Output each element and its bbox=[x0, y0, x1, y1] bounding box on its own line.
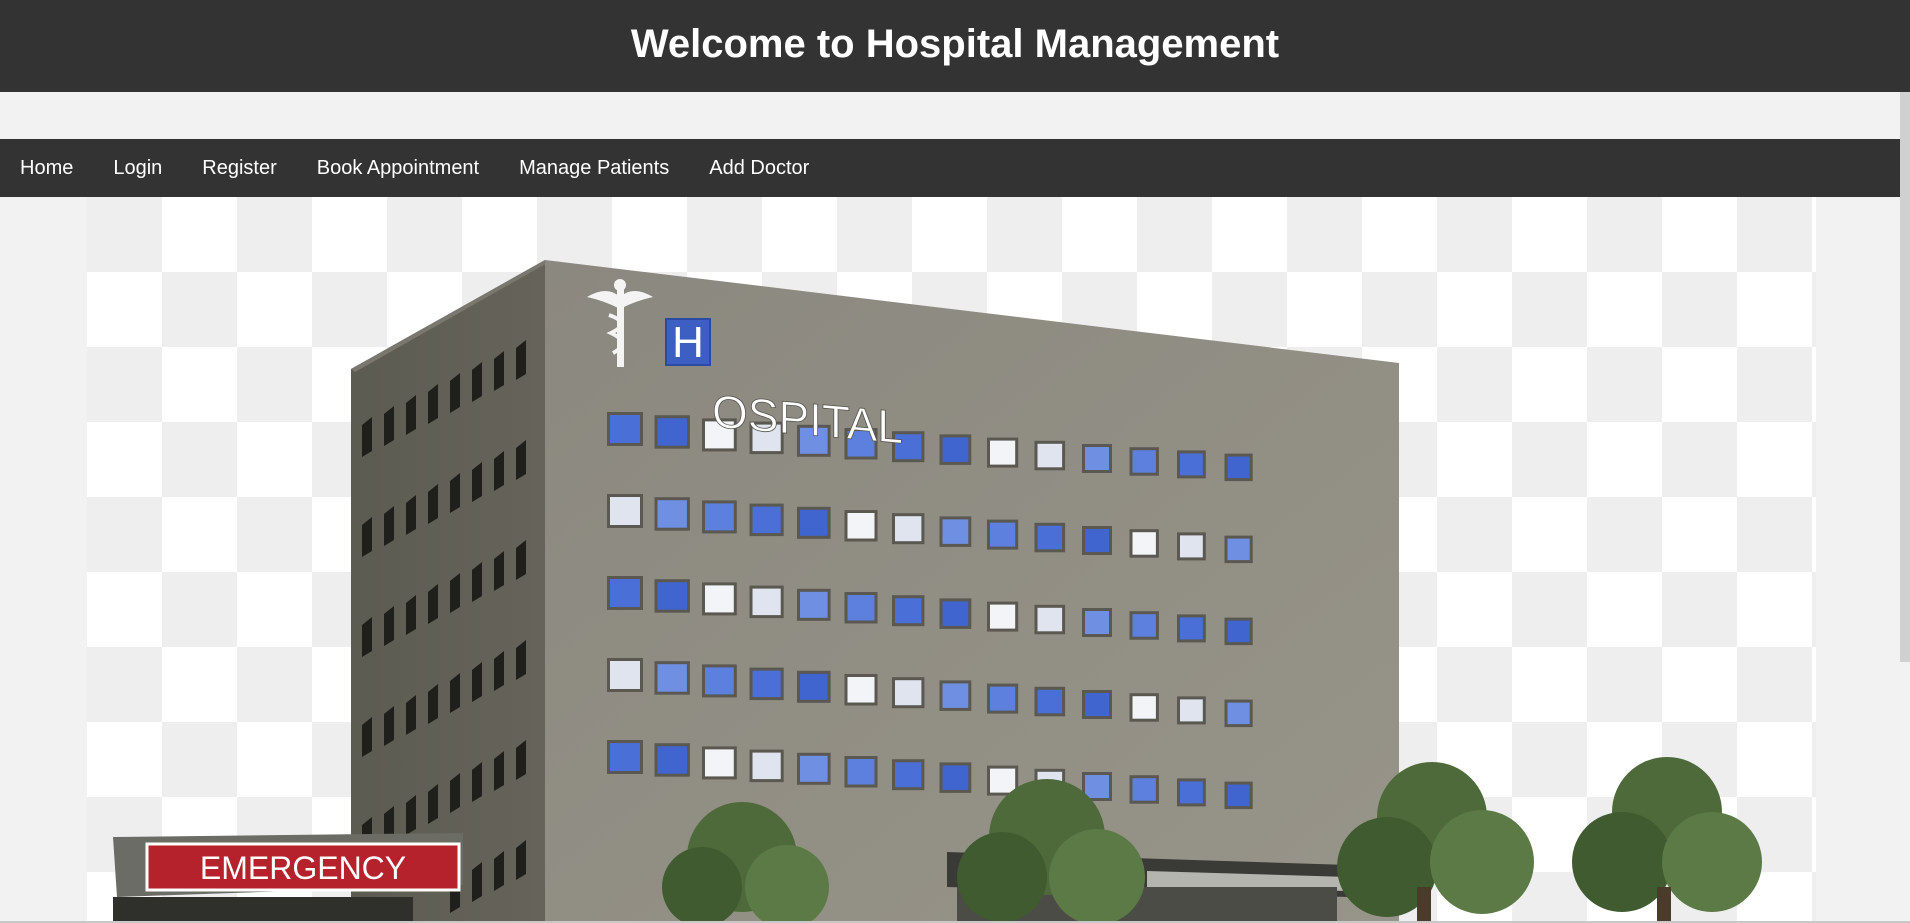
building-window bbox=[705, 503, 734, 531]
nav-item-book-appointment[interactable]: Book Appointment bbox=[297, 139, 499, 197]
building-window bbox=[1037, 525, 1063, 550]
hospital-image: H OSPITAL EMERGENCY bbox=[87, 197, 1816, 923]
building-window bbox=[1180, 699, 1203, 722]
nav-item-login[interactable]: Login bbox=[93, 139, 182, 197]
building-window bbox=[1227, 784, 1250, 807]
building-window bbox=[1227, 456, 1250, 479]
building-window bbox=[1180, 617, 1203, 640]
building-window bbox=[705, 667, 734, 695]
building-window bbox=[610, 579, 640, 607]
building-window bbox=[705, 749, 734, 777]
building-window bbox=[1132, 614, 1156, 637]
nav-item-manage-patients[interactable]: Manage Patients bbox=[499, 139, 689, 197]
building-window bbox=[942, 519, 969, 544]
building-window bbox=[610, 415, 640, 443]
building-window bbox=[990, 604, 1016, 629]
building-window bbox=[800, 509, 828, 536]
nav-item-add-doctor[interactable]: Add Doctor bbox=[689, 139, 829, 197]
building-window bbox=[752, 588, 781, 616]
building-window bbox=[752, 506, 781, 534]
building-window bbox=[1132, 778, 1156, 801]
nav-item-home[interactable]: Home bbox=[0, 139, 93, 197]
building-window bbox=[1227, 702, 1250, 725]
building-window bbox=[1227, 620, 1250, 643]
building-window bbox=[942, 765, 969, 790]
building-window bbox=[610, 497, 640, 525]
building-window bbox=[942, 683, 969, 708]
building-window bbox=[990, 522, 1016, 547]
building-window bbox=[990, 686, 1016, 711]
building-window bbox=[610, 743, 640, 771]
building-window bbox=[1180, 453, 1203, 476]
building-window bbox=[895, 680, 922, 706]
building-window bbox=[1085, 775, 1109, 798]
emergency-label: EMERGENCY bbox=[200, 850, 406, 886]
building-window bbox=[657, 418, 687, 446]
building-window bbox=[657, 664, 687, 692]
building-window bbox=[847, 595, 875, 621]
building-window bbox=[1037, 443, 1063, 468]
scrollbar[interactable] bbox=[1900, 92, 1910, 662]
header-spacer bbox=[0, 92, 1910, 139]
building-window bbox=[895, 762, 922, 788]
building-window bbox=[800, 755, 828, 782]
building-window bbox=[1132, 450, 1156, 473]
building-window bbox=[1132, 532, 1156, 555]
building-window bbox=[752, 752, 781, 780]
building-window bbox=[1085, 529, 1109, 552]
hospital-illustration: H OSPITAL EMERGENCY bbox=[87, 197, 1816, 923]
main-nav: Home Login Register Book Appointment Man… bbox=[0, 139, 1910, 197]
sign-initial: H bbox=[672, 318, 704, 367]
emergency-sign: EMERGENCY bbox=[113, 833, 463, 923]
building-window bbox=[942, 601, 969, 626]
building-window bbox=[1132, 696, 1156, 719]
building-window bbox=[847, 677, 875, 703]
building-window bbox=[1180, 535, 1203, 558]
building-window bbox=[657, 500, 687, 528]
nav-item-register[interactable]: Register bbox=[182, 139, 296, 197]
building-window bbox=[705, 585, 734, 613]
building-window bbox=[1085, 611, 1109, 634]
building-window bbox=[847, 513, 875, 539]
building-window bbox=[1037, 607, 1063, 632]
building-window bbox=[800, 673, 828, 700]
building-window bbox=[1085, 693, 1109, 716]
site-header: Welcome to Hospital Management bbox=[0, 0, 1910, 92]
building-window bbox=[990, 768, 1016, 793]
page-title: Welcome to Hospital Management bbox=[630, 21, 1280, 66]
building-window bbox=[895, 598, 922, 624]
building-side-wall bbox=[351, 260, 545, 923]
building-window bbox=[1085, 447, 1109, 470]
building-window bbox=[1180, 781, 1203, 804]
building-window bbox=[1227, 538, 1250, 561]
page: Welcome to Hospital Management Home Logi… bbox=[0, 0, 1910, 923]
building-window bbox=[847, 759, 875, 785]
building-window bbox=[657, 582, 687, 610]
building-window bbox=[752, 670, 781, 698]
building-window bbox=[610, 661, 640, 689]
building-window bbox=[895, 516, 922, 542]
building-window bbox=[942, 437, 969, 462]
building-window bbox=[1037, 689, 1063, 714]
building-window bbox=[990, 440, 1016, 465]
building-window bbox=[800, 591, 828, 618]
building-window bbox=[657, 746, 687, 774]
